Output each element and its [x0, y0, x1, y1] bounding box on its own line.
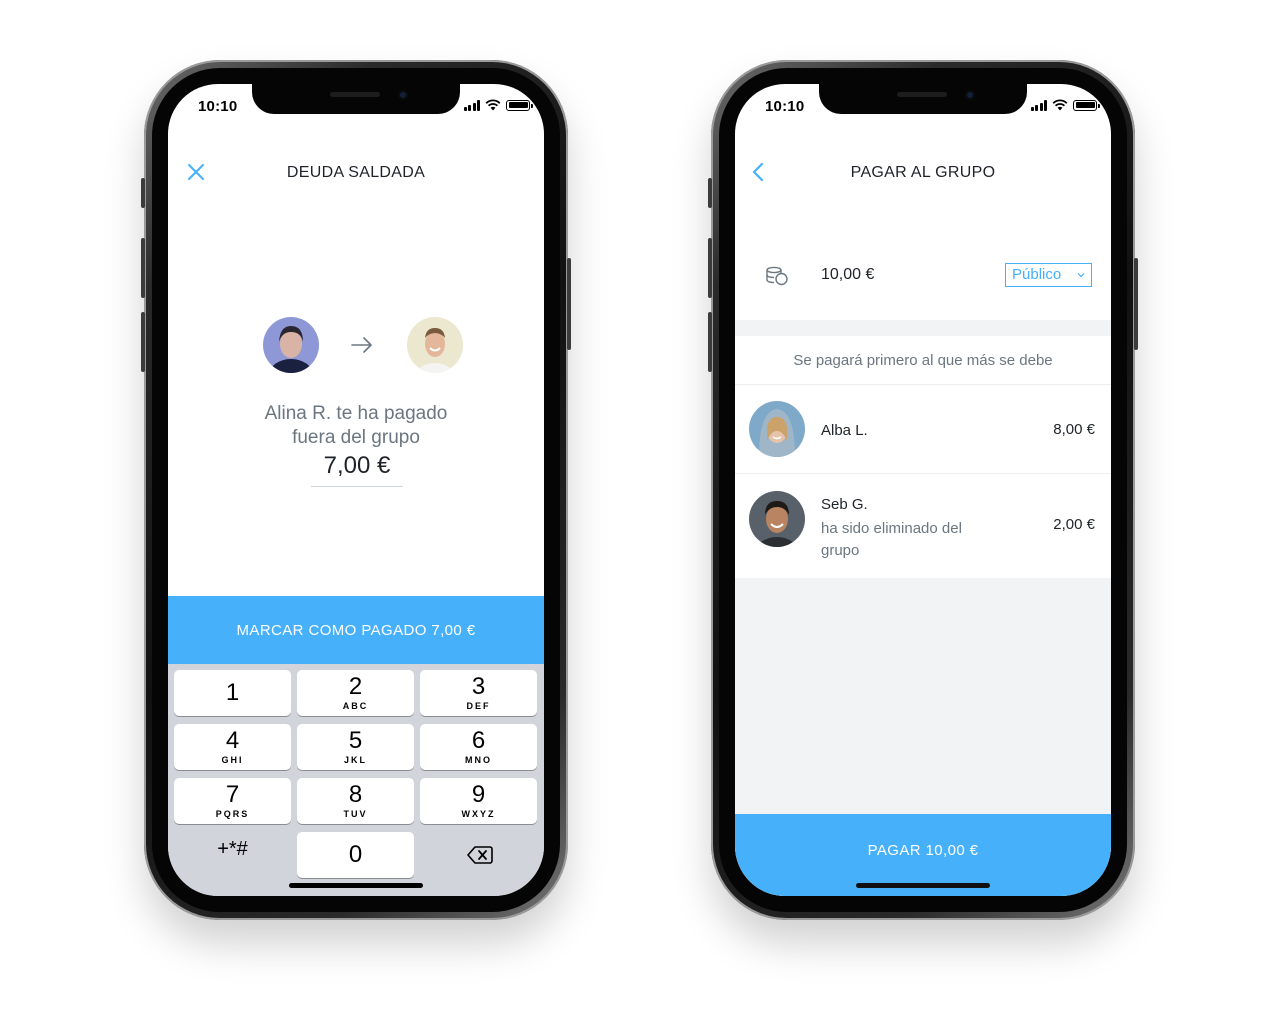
key-3[interactable]: 3 DEF [420, 670, 537, 716]
backspace-icon [466, 846, 493, 864]
page-title: DEUDA SALDADA [286, 164, 426, 181]
message-line-2: fuera del grupo [292, 427, 420, 448]
volume-down-button [708, 312, 712, 372]
key-9[interactable]: 9 WXYZ [420, 778, 537, 824]
coins-icon [766, 266, 788, 286]
screen-deuda-saldada: 10:10 DEUDA SALDADA Alina R. te ha pagad… [168, 84, 544, 896]
screen-pagar-al-grupo: 10:10 PAGAR AL GRUPO 10,00 € Público Se … [735, 84, 1111, 896]
key-8[interactable]: 8 TUV [297, 778, 414, 824]
avatar-receiver [407, 317, 463, 373]
key-1[interactable]: 1 [174, 670, 291, 716]
phone-left: 10:10 DEUDA SALDADA Alina R. te ha pagad… [141, 60, 571, 920]
key-6[interactable]: 6 MNO [420, 724, 537, 770]
recipient-name: Alba L. [821, 422, 868, 439]
key-0[interactable]: 0 [297, 832, 414, 878]
section-divider [735, 320, 1111, 336]
avatar-payer [263, 317, 319, 373]
key-5[interactable]: 5 JKL [297, 724, 414, 770]
chevron-down-icon [1077, 273, 1085, 278]
nav-bar: PAGAR AL GRUPO [735, 132, 1111, 186]
arrow-right-icon [351, 337, 372, 353]
key-2[interactable]: 2 ABC [297, 670, 414, 716]
power-button [1134, 258, 1138, 350]
nav-bar: DEUDA SALDADA [168, 132, 544, 186]
recipient-name: Seb G. [821, 496, 868, 513]
power-button [567, 258, 571, 350]
mute-switch [141, 178, 145, 208]
recipient-note: ha sido eliminado del grupo [821, 520, 962, 559]
phone-right: 10:10 PAGAR AL GRUPO 10,00 € Público Se … [708, 60, 1138, 920]
delete-key[interactable] [421, 832, 538, 878]
visibility-select-value: Público [1012, 266, 1062, 283]
notch [252, 84, 460, 114]
recipient-amount: 8,00 € [1053, 421, 1095, 438]
message-line-1: Alina R. te ha pagado [264, 403, 448, 424]
symbols-key[interactable]: +*# [174, 826, 291, 872]
mute-switch [708, 178, 712, 208]
key-4[interactable]: 4 GHI [174, 724, 291, 770]
avatar-alba [749, 401, 805, 457]
volume-up-button [708, 238, 712, 298]
volume-up-button [141, 238, 145, 298]
numeric-keypad: 1 2 ABC 3 DEF 4 GHI 5 JKL 6 MNO 7 PQRS 8 TUV 9W… [168, 664, 544, 896]
avatar-seb [749, 491, 805, 547]
pay-amount-input[interactable]: 10,00 € [821, 266, 874, 284]
mark-as-paid-button[interactable]: MARCAR COMO PAGADO 7,00 € [168, 596, 544, 664]
cellular-signal-icon [463, 99, 480, 111]
status-time: 10:10 [198, 98, 238, 115]
battery-icon [1073, 99, 1100, 111]
volume-down-button [141, 312, 145, 372]
key-7[interactable]: 7 PQRS [174, 778, 291, 824]
recipient-row[interactable]: Alba L. 8,00 € [735, 385, 1111, 473]
status-time: 10:10 [765, 98, 805, 115]
recipient-amount: 2,00 € [1053, 516, 1095, 533]
wifi-icon [1052, 99, 1068, 111]
payment-order-hint: Se pagará primero al que más se debe [793, 352, 1053, 369]
wifi-icon [485, 99, 501, 111]
home-indicator[interactable] [856, 883, 990, 888]
amount-input[interactable]: 7,00 € [311, 452, 403, 487]
visibility-select[interactable]: Público [1005, 263, 1092, 287]
home-indicator[interactable] [289, 883, 423, 888]
recipient-row[interactable]: Seb G. ha sido eliminado del grupo 2,00 … [735, 474, 1111, 578]
battery-icon [506, 99, 533, 111]
cellular-signal-icon [1030, 99, 1047, 111]
page-title: PAGAR AL GRUPO [850, 164, 996, 181]
notch [819, 84, 1027, 114]
